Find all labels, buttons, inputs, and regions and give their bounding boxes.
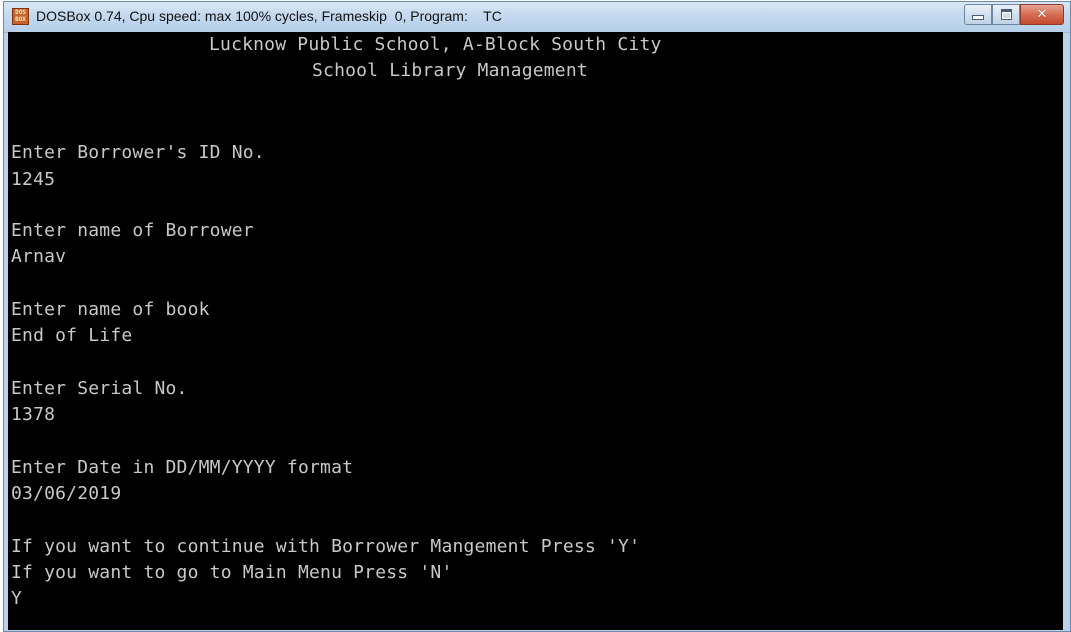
choice-input[interactable]: Y (11, 588, 22, 610)
date-prompt: Enter Date in DD/MM/YYYY format (11, 457, 354, 478)
serial-prompt: Enter Serial No. (11, 378, 188, 399)
borrower-name-prompt: Enter name of Borrower (11, 220, 254, 241)
caption-buttons: ✕ (964, 4, 1064, 25)
dosbox-icon: DOS BOX (12, 8, 29, 25)
title-bar[interactable]: DOS BOX DOSBox 0.74, Cpu speed: max 100%… (4, 2, 1070, 33)
borrower-id-value: 1245 (11, 169, 56, 190)
serial-value: 1378 (11, 404, 56, 425)
dos-console[interactable]: Lucknow Public School, A-Block South Cit… (8, 32, 1063, 630)
window-title: DOSBox 0.74, Cpu speed: max 100% cycles,… (36, 8, 502, 24)
minimize-button[interactable] (964, 4, 992, 25)
continue-prompt: If you want to continue with Borrower Ma… (11, 536, 641, 557)
minimize-icon (972, 15, 984, 20)
header-school-name: Lucknow Public School, A-Block South Cit… (209, 34, 662, 55)
maximize-button[interactable] (992, 4, 1020, 25)
date-value: 03/06/2019 (11, 483, 122, 504)
book-name-prompt: Enter name of book (11, 299, 210, 320)
dosbox-window: DOS BOX DOSBox 0.74, Cpu speed: max 100%… (3, 1, 1071, 632)
borrower-id-prompt: Enter Borrower's ID No. (11, 142, 265, 163)
main-menu-prompt: If you want to go to Main Menu Press 'N' (11, 562, 453, 583)
borrower-name-value: Arnav (11, 246, 67, 267)
close-icon: ✕ (1036, 7, 1048, 22)
book-name-value: End of Life (11, 325, 133, 346)
maximize-icon (1000, 9, 1012, 20)
close-button[interactable]: ✕ (1020, 4, 1064, 25)
header-app-name: School Library Management (312, 60, 588, 81)
